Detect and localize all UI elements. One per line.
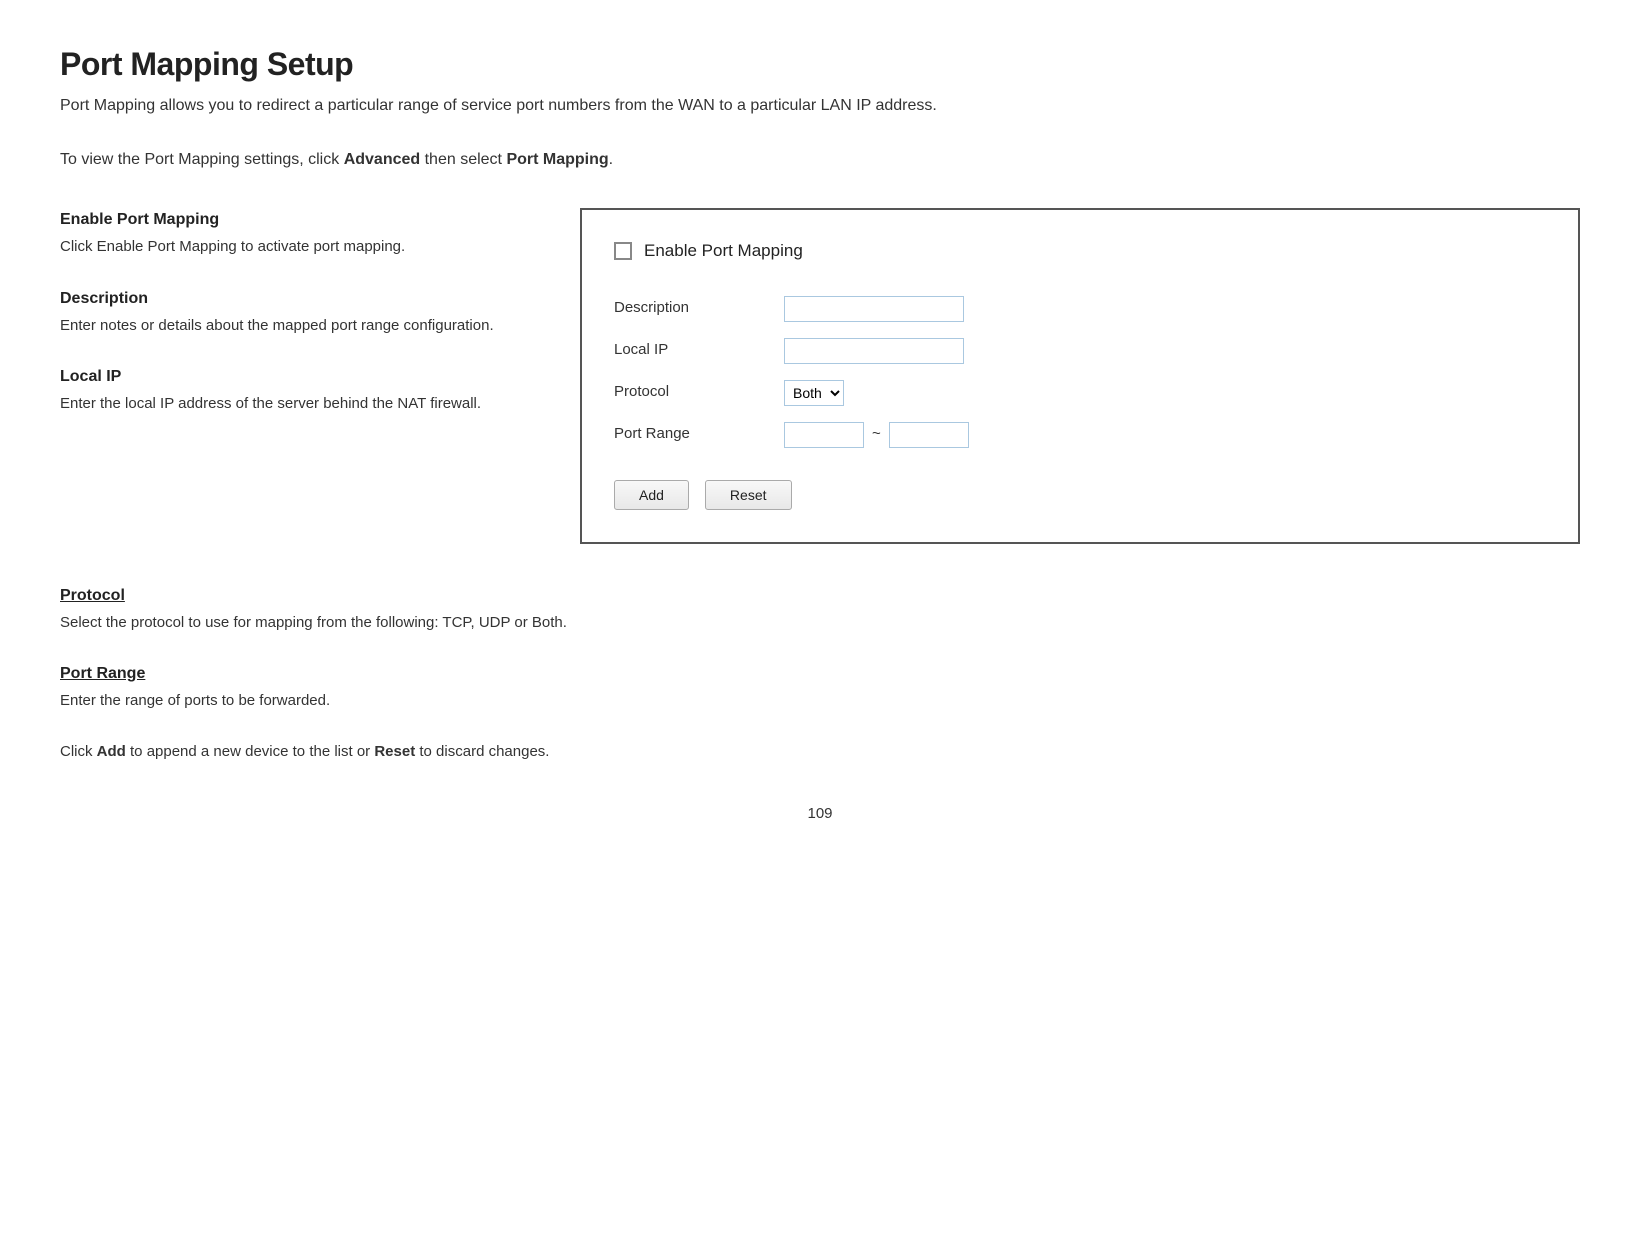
intro-text: To view the Port Mapping settings, click…	[60, 148, 1580, 172]
add-reset-note-reset-bold: Reset	[374, 743, 415, 760]
description-desc: Enter notes or details about the mapped …	[60, 315, 540, 338]
intro-text-mid: then select	[425, 151, 507, 168]
port-range-end-input[interactable]	[889, 422, 969, 448]
description-section: Description Enter notes or details about…	[60, 287, 540, 338]
content-area: Enable Port Mapping Click Enable Port Ma…	[60, 208, 1580, 544]
protocol-bottom-text: Select the protocol to use for mapping f…	[60, 612, 1580, 635]
protocol-input-cell: Both TCP UDP	[774, 372, 1546, 414]
local-ip-desc: Enter the local IP address of the server…	[60, 393, 540, 416]
enable-port-mapping-checkbox[interactable]	[614, 242, 632, 260]
protocol-bottom-section: Protocol Select the protocol to use for …	[60, 584, 1580, 635]
form-table: Description Local IP Protocol Both	[614, 288, 1546, 456]
local-ip-input-cell	[774, 330, 1546, 372]
enable-row: Enable Port Mapping	[614, 238, 1546, 264]
add-reset-note-end: to discard changes.	[419, 743, 549, 760]
local-ip-label: Local IP	[614, 330, 774, 372]
intro-period: .	[609, 151, 613, 168]
add-reset-note-add-bold: Add	[97, 743, 126, 760]
protocol-row: Protocol Both TCP UDP	[614, 372, 1546, 414]
add-reset-note-text: Click Add to append a new device to the …	[60, 741, 1580, 764]
local-ip-title: Local IP	[60, 365, 540, 389]
form-panel: Enable Port Mapping Description Local IP	[580, 208, 1580, 544]
local-ip-row: Local IP	[614, 330, 1546, 372]
page-number: 109	[60, 803, 1580, 826]
enable-port-mapping-title: Enable Port Mapping	[60, 208, 540, 232]
intro-bold-advanced: Advanced	[344, 151, 420, 168]
local-ip-section: Local IP Enter the local IP address of t…	[60, 365, 540, 416]
add-button[interactable]: Add	[614, 480, 689, 510]
page-subtitle: Port Mapping allows you to redirect a pa…	[60, 94, 1580, 118]
protocol-select[interactable]: Both TCP UDP	[784, 380, 844, 406]
description-title: Description	[60, 287, 540, 311]
right-panel: Enable Port Mapping Description Local IP	[580, 208, 1580, 544]
add-reset-note-section: Click Add to append a new device to the …	[60, 741, 1580, 764]
intro-text-start: To view the Port Mapping settings, click	[60, 151, 339, 168]
left-panel: Enable Port Mapping Click Enable Port Ma…	[60, 208, 540, 444]
description-row: Description	[614, 288, 1546, 330]
port-range-row: Port Range ~	[614, 414, 1546, 456]
description-input[interactable]	[784, 296, 964, 322]
protocol-bottom-title: Protocol	[60, 584, 1580, 608]
add-reset-note-click: Click	[60, 743, 97, 760]
intro-bold-port-mapping: Port Mapping	[506, 151, 608, 168]
port-range-start-input[interactable]	[784, 422, 864, 448]
port-range-bottom-section: Port Range Enter the range of ports to b…	[60, 662, 1580, 713]
page-title: Port Mapping Setup	[60, 40, 1580, 88]
local-ip-input[interactable]	[784, 338, 964, 364]
port-range-label: Port Range	[614, 414, 774, 456]
reset-button[interactable]: Reset	[705, 480, 792, 510]
port-range-tilde: ~	[872, 423, 881, 446]
enable-port-mapping-form-label: Enable Port Mapping	[644, 238, 803, 264]
add-reset-note-mid: to append a new device to the list or	[130, 743, 374, 760]
protocol-label: Protocol	[614, 372, 774, 414]
port-range-bottom-text: Enter the range of ports to be forwarded…	[60, 690, 1580, 713]
enable-port-mapping-section: Enable Port Mapping Click Enable Port Ma…	[60, 208, 540, 259]
bottom-sections: Protocol Select the protocol to use for …	[60, 584, 1580, 764]
port-range-group: ~	[784, 422, 1546, 448]
port-range-bottom-title: Port Range	[60, 662, 1580, 686]
port-range-input-cell: ~	[774, 414, 1546, 456]
description-input-cell	[774, 288, 1546, 330]
button-row: Add Reset	[614, 480, 1546, 510]
enable-port-mapping-desc: Click Enable Port Mapping to activate po…	[60, 236, 540, 259]
description-label: Description	[614, 288, 774, 330]
